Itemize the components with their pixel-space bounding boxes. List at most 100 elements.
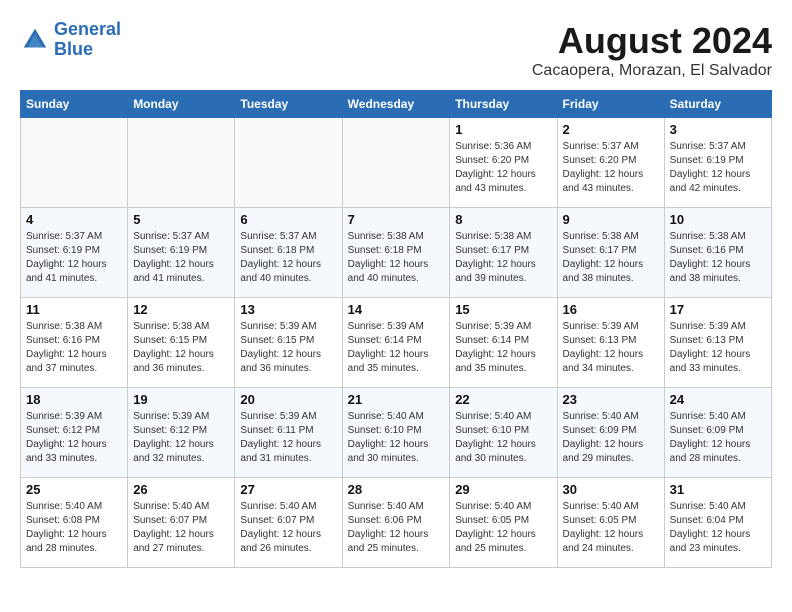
- day-number: 3: [670, 122, 766, 137]
- day-number: 25: [26, 482, 122, 497]
- day-info: Sunrise: 5:39 AM Sunset: 6:14 PM Dayligh…: [455, 320, 551, 376]
- day-info: Sunrise: 5:39 AM Sunset: 6:15 PM Dayligh…: [240, 320, 336, 376]
- day-info: Sunrise: 5:40 AM Sunset: 6:09 PM Dayligh…: [563, 410, 659, 466]
- day-number: 14: [348, 302, 445, 317]
- col-header-tuesday: Tuesday: [235, 91, 342, 118]
- calendar-cell: 27 Sunrise: 5:40 AM Sunset: 6:07 PM Dayli…: [235, 478, 342, 568]
- logo-line1: General: [54, 19, 121, 39]
- day-info: Sunrise: 5:39 AM Sunset: 6:12 PM Dayligh…: [133, 410, 229, 466]
- day-number: 7: [348, 212, 445, 227]
- day-number: 16: [563, 302, 659, 317]
- day-info: Sunrise: 5:36 AM Sunset: 6:20 PM Dayligh…: [455, 140, 551, 196]
- calendar-cell: 30 Sunrise: 5:40 AM Sunset: 6:05 PM Dayli…: [557, 478, 664, 568]
- calendar-cell: 20 Sunrise: 5:39 AM Sunset: 6:11 PM Dayli…: [235, 388, 342, 478]
- calendar-cell: 16 Sunrise: 5:39 AM Sunset: 6:13 PM Dayli…: [557, 298, 664, 388]
- day-number: 11: [26, 302, 122, 317]
- calendar-cell: 18Sunrise: 5:39 AM Sunset: 6:12 PM Dayli…: [21, 388, 128, 478]
- day-number: 19: [133, 392, 229, 407]
- calendar-week-5: 25 Sunrise: 5:40 AM Sunset: 6:08 PM Dayli…: [21, 478, 772, 568]
- day-info: Sunrise: 5:40 AM Sunset: 6:05 PM Dayligh…: [563, 500, 659, 556]
- calendar-week-4: 18Sunrise: 5:39 AM Sunset: 6:12 PM Dayli…: [21, 388, 772, 478]
- calendar-cell: 4Sunrise: 5:37 AM Sunset: 6:19 PM Daylig…: [21, 208, 128, 298]
- day-number: 21: [348, 392, 445, 407]
- calendar-cell: 7 Sunrise: 5:38 AM Sunset: 6:18 PM Daylig…: [342, 208, 450, 298]
- day-info: Sunrise: 5:38 AM Sunset: 6:18 PM Dayligh…: [348, 230, 445, 286]
- calendar-cell: 21 Sunrise: 5:40 AM Sunset: 6:10 PM Dayli…: [342, 388, 450, 478]
- main-title: August 2024: [532, 20, 772, 62]
- day-number: 20: [240, 392, 336, 407]
- day-number: 9: [563, 212, 659, 227]
- day-info: Sunrise: 5:38 AM Sunset: 6:16 PM Dayligh…: [26, 320, 122, 376]
- calendar-cell: 24Sunrise: 5:40 AM Sunset: 6:09 PM Dayli…: [664, 388, 771, 478]
- calendar-cell: 25 Sunrise: 5:40 AM Sunset: 6:08 PM Dayli…: [21, 478, 128, 568]
- day-number: 27: [240, 482, 336, 497]
- day-info: Sunrise: 5:40 AM Sunset: 6:10 PM Dayligh…: [455, 410, 551, 466]
- col-header-wednesday: Wednesday: [342, 91, 450, 118]
- logo-text: General Blue: [54, 20, 121, 60]
- day-info: Sunrise: 5:40 AM Sunset: 6:10 PM Dayligh…: [348, 410, 445, 466]
- day-info: Sunrise: 5:40 AM Sunset: 6:07 PM Dayligh…: [240, 500, 336, 556]
- day-number: 17: [670, 302, 766, 317]
- calendar-cell: 10Sunrise: 5:38 AM Sunset: 6:16 PM Dayli…: [664, 208, 771, 298]
- day-info: Sunrise: 5:40 AM Sunset: 6:09 PM Dayligh…: [670, 410, 766, 466]
- day-info: Sunrise: 5:40 AM Sunset: 6:05 PM Dayligh…: [455, 500, 551, 556]
- calendar-cell: 22 Sunrise: 5:40 AM Sunset: 6:10 PM Dayli…: [450, 388, 557, 478]
- calendar-cell: 5 Sunrise: 5:37 AM Sunset: 6:19 PM Daylig…: [128, 208, 235, 298]
- day-number: 22: [455, 392, 551, 407]
- day-number: 1: [455, 122, 551, 137]
- day-number: 10: [670, 212, 766, 227]
- day-info: Sunrise: 5:39 AM Sunset: 6:13 PM Dayligh…: [670, 320, 766, 376]
- day-number: 29: [455, 482, 551, 497]
- calendar-cell: 6 Sunrise: 5:37 AM Sunset: 6:18 PM Daylig…: [235, 208, 342, 298]
- calendar-cell: [128, 118, 235, 208]
- calendar-table: SundayMondayTuesdayWednesdayThursdayFrid…: [20, 90, 772, 568]
- day-info: Sunrise: 5:39 AM Sunset: 6:12 PM Dayligh…: [26, 410, 122, 466]
- calendar-cell: 19 Sunrise: 5:39 AM Sunset: 6:12 PM Dayli…: [128, 388, 235, 478]
- day-number: 15: [455, 302, 551, 317]
- day-info: Sunrise: 5:40 AM Sunset: 6:08 PM Dayligh…: [26, 500, 122, 556]
- day-number: 31: [670, 482, 766, 497]
- day-info: Sunrise: 5:37 AM Sunset: 6:20 PM Dayligh…: [563, 140, 659, 196]
- calendar-cell: 2 Sunrise: 5:37 AM Sunset: 6:20 PM Daylig…: [557, 118, 664, 208]
- logo: General Blue: [20, 20, 121, 60]
- col-header-sunday: Sunday: [21, 91, 128, 118]
- day-number: 6: [240, 212, 336, 227]
- day-info: Sunrise: 5:38 AM Sunset: 6:15 PM Dayligh…: [133, 320, 229, 376]
- page-header: General Blue August 2024 Cacaopera, Mora…: [20, 20, 772, 80]
- calendar-cell: 28Sunrise: 5:40 AM Sunset: 6:06 PM Dayli…: [342, 478, 450, 568]
- calendar-week-2: 4Sunrise: 5:37 AM Sunset: 6:19 PM Daylig…: [21, 208, 772, 298]
- day-number: 28: [348, 482, 445, 497]
- calendar-cell: [235, 118, 342, 208]
- calendar-body: 1 Sunrise: 5:36 AM Sunset: 6:20 PM Daylig…: [21, 118, 772, 568]
- calendar-cell: 31 Sunrise: 5:40 AM Sunset: 6:04 PM Dayli…: [664, 478, 771, 568]
- logo-icon: [20, 25, 50, 55]
- calendar-cell: 1 Sunrise: 5:36 AM Sunset: 6:20 PM Daylig…: [450, 118, 557, 208]
- calendar-cell: 3Sunrise: 5:37 AM Sunset: 6:19 PM Daylig…: [664, 118, 771, 208]
- day-info: Sunrise: 5:40 AM Sunset: 6:04 PM Dayligh…: [670, 500, 766, 556]
- calendar-cell: 14Sunrise: 5:39 AM Sunset: 6:14 PM Dayli…: [342, 298, 450, 388]
- day-info: Sunrise: 5:37 AM Sunset: 6:19 PM Dayligh…: [133, 230, 229, 286]
- calendar-cell: 8Sunrise: 5:38 AM Sunset: 6:17 PM Daylig…: [450, 208, 557, 298]
- day-number: 5: [133, 212, 229, 227]
- day-info: Sunrise: 5:38 AM Sunset: 6:17 PM Dayligh…: [455, 230, 551, 286]
- day-info: Sunrise: 5:40 AM Sunset: 6:07 PM Dayligh…: [133, 500, 229, 556]
- logo-line2: Blue: [54, 39, 93, 59]
- day-number: 26: [133, 482, 229, 497]
- col-header-friday: Friday: [557, 91, 664, 118]
- day-info: Sunrise: 5:37 AM Sunset: 6:19 PM Dayligh…: [26, 230, 122, 286]
- calendar-cell: 29 Sunrise: 5:40 AM Sunset: 6:05 PM Dayli…: [450, 478, 557, 568]
- calendar-cell: 26 Sunrise: 5:40 AM Sunset: 6:07 PM Dayli…: [128, 478, 235, 568]
- calendar-header-row: SundayMondayTuesdayWednesdayThursdayFrid…: [21, 91, 772, 118]
- calendar-cell: 17 Sunrise: 5:39 AM Sunset: 6:13 PM Dayli…: [664, 298, 771, 388]
- col-header-saturday: Saturday: [664, 91, 771, 118]
- day-number: 2: [563, 122, 659, 137]
- title-block: August 2024 Cacaopera, Morazan, El Salva…: [532, 20, 772, 80]
- calendar-cell: [342, 118, 450, 208]
- day-info: Sunrise: 5:39 AM Sunset: 6:11 PM Dayligh…: [240, 410, 336, 466]
- day-info: Sunrise: 5:39 AM Sunset: 6:13 PM Dayligh…: [563, 320, 659, 376]
- day-info: Sunrise: 5:37 AM Sunset: 6:18 PM Dayligh…: [240, 230, 336, 286]
- day-number: 23: [563, 392, 659, 407]
- day-info: Sunrise: 5:38 AM Sunset: 6:17 PM Dayligh…: [563, 230, 659, 286]
- calendar-cell: 11 Sunrise: 5:38 AM Sunset: 6:16 PM Dayli…: [21, 298, 128, 388]
- day-number: 30: [563, 482, 659, 497]
